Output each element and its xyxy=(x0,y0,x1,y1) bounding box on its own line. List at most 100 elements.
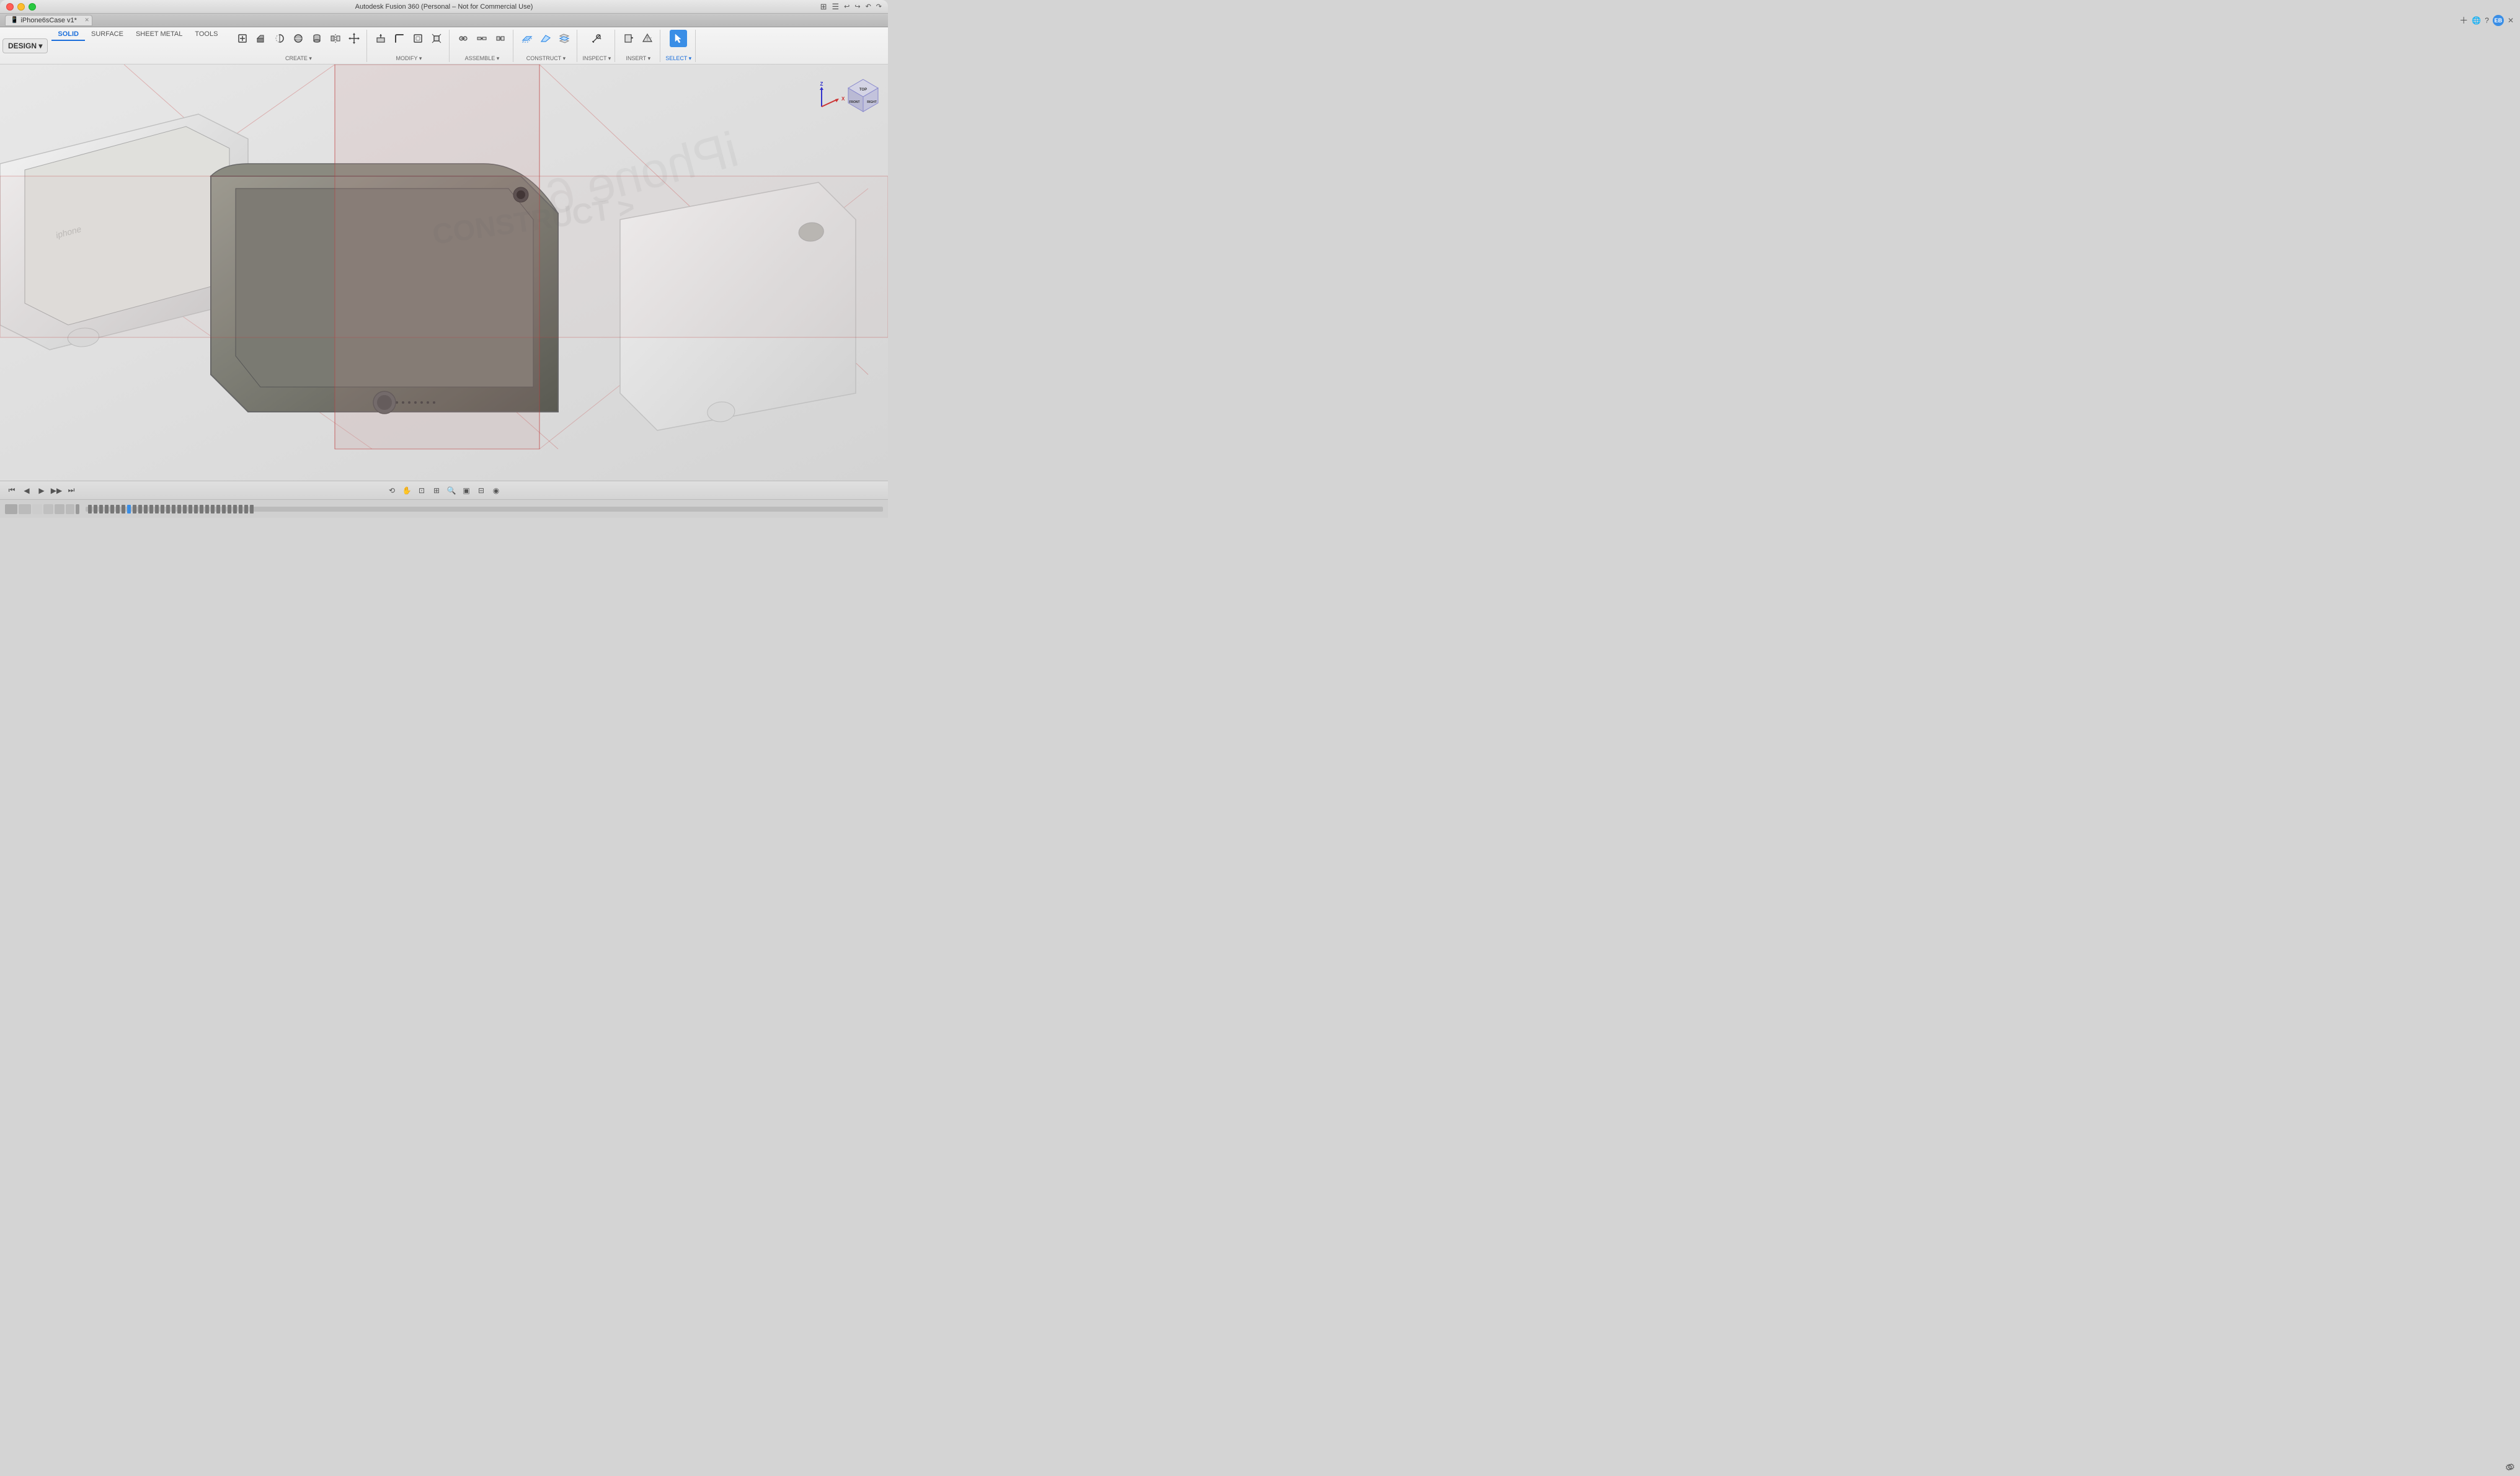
timeline-marker-9[interactable] xyxy=(133,505,136,513)
user-avatar[interactable]: EB xyxy=(2493,15,2504,26)
insert-derive-btn[interactable] xyxy=(620,30,637,47)
timeline-marker-13[interactable] xyxy=(155,505,159,513)
shell-btn[interactable] xyxy=(409,30,427,47)
maximize-button[interactable] xyxy=(29,3,36,11)
viewport[interactable]: iphone xyxy=(0,64,888,481)
pan-btn[interactable]: ✋ xyxy=(400,484,414,497)
timeline-marker-16[interactable] xyxy=(172,505,175,513)
grid-settings-btn[interactable]: ⊟ xyxy=(474,484,488,497)
scale-btn[interactable] xyxy=(428,30,445,47)
new-joint-btn[interactable] xyxy=(455,30,472,47)
timeline-start-btn[interactable]: ⏮ xyxy=(5,484,19,497)
hamburger-icon[interactable]: ☰ xyxy=(832,2,839,12)
revolve-btn[interactable] xyxy=(271,30,288,47)
timeline-track[interactable] xyxy=(86,507,883,512)
midplane-btn[interactable] xyxy=(556,30,573,47)
timeline-marker-1[interactable] xyxy=(88,505,92,513)
construct-label-btn: CONSTRUCT ▾ xyxy=(526,55,566,62)
press-pull-btn[interactable] xyxy=(372,30,389,47)
tab-surface[interactable]: SURFACE xyxy=(85,29,130,41)
timeline-marker-20[interactable] xyxy=(194,505,198,513)
tab-tools[interactable]: TOOLS xyxy=(189,29,224,41)
timeline-marker-11[interactable] xyxy=(144,505,148,513)
tab-solid[interactable]: SOLID xyxy=(51,29,85,41)
display-settings-btn[interactable]: ▣ xyxy=(459,484,473,497)
modify-group: MODIFY ▾ xyxy=(368,30,450,62)
tab-add-icon[interactable]: ＋ xyxy=(2459,14,2468,27)
timeline-marker-2[interactable] xyxy=(94,505,97,513)
new-component-btn[interactable] xyxy=(234,30,251,47)
close-button[interactable] xyxy=(6,3,14,11)
insert-mesh-btn[interactable] xyxy=(639,30,656,47)
nav-forward-icon[interactable]: ↪ xyxy=(854,2,860,11)
sphere-btn[interactable] xyxy=(290,30,307,47)
render-settings-btn[interactable]: ◉ xyxy=(489,484,503,497)
plane-at-angle-btn[interactable] xyxy=(537,30,554,47)
timeline-marker-28[interactable] xyxy=(239,505,242,513)
close-window-icon[interactable]: ✕ xyxy=(2508,16,2514,25)
timeline-forward-btn[interactable]: ▶▶ xyxy=(50,484,63,497)
timeline-marker-5[interactable] xyxy=(110,505,114,513)
design-button[interactable]: DESIGN ▾ xyxy=(2,38,48,53)
zoom-window-btn[interactable]: ⊞ xyxy=(430,484,443,497)
measure-btn[interactable] xyxy=(588,30,605,47)
cylinder-btn[interactable] xyxy=(308,30,326,47)
inspect-group: INSPECT ▾ xyxy=(579,30,615,62)
timeline-marker-25[interactable] xyxy=(222,505,226,513)
zoom-in-btn[interactable]: 🔍 xyxy=(445,484,458,497)
timeline-marker-17[interactable] xyxy=(177,505,181,513)
joint-btn[interactable] xyxy=(473,30,490,47)
timeline-marker-12[interactable] xyxy=(149,505,153,513)
extrude-btn[interactable] xyxy=(252,30,270,47)
timeline-marker-30[interactable] xyxy=(250,505,254,513)
timeline-icon-7[interactable] xyxy=(76,504,79,514)
timeline-marker-27[interactable] xyxy=(233,505,237,513)
timeline-marker-6[interactable] xyxy=(116,505,120,513)
timeline-icon-2[interactable] xyxy=(19,504,31,514)
timeline-marker-24[interactable] xyxy=(216,505,220,513)
select-btn[interactable] xyxy=(670,30,687,47)
timeline-marker-23[interactable] xyxy=(211,505,215,513)
grid-icon[interactable]: ⊞ xyxy=(820,2,827,12)
fillet-btn[interactable] xyxy=(391,30,408,47)
timeline-marker-22[interactable] xyxy=(205,505,209,513)
rigid-group-btn[interactable] xyxy=(492,30,509,47)
timeline-icon-5[interactable] xyxy=(55,504,64,514)
timeline-marker-4[interactable] xyxy=(105,505,109,513)
timeline-marker-14[interactable] xyxy=(161,505,164,513)
tab-close-icon[interactable]: ✕ xyxy=(84,17,89,24)
nav-back-icon[interactable]: ↩ xyxy=(844,2,850,11)
timeline-play-btn[interactable]: ▶ xyxy=(35,484,48,497)
minimize-button[interactable] xyxy=(17,3,25,11)
help-icon[interactable]: ? xyxy=(2485,16,2489,25)
mirror-btn[interactable] xyxy=(327,30,344,47)
zoom-fit-btn[interactable]: ⊡ xyxy=(415,484,428,497)
timeline-marker-8[interactable] xyxy=(127,505,131,513)
tab-iphone6scase[interactable]: 📱 iPhone6sCase v1* ✕ xyxy=(5,15,92,26)
insert-label: INSERT ▾ xyxy=(626,55,650,62)
tab-sheet-metal[interactable]: SHEET METAL xyxy=(130,29,189,41)
timeline-back-btn[interactable]: ◀ xyxy=(20,484,33,497)
timeline-end-btn[interactable]: ⏭ xyxy=(64,484,78,497)
timeline-icon-4[interactable] xyxy=(43,504,53,514)
timeline-marker-10[interactable] xyxy=(138,505,142,513)
timeline-icon-3[interactable] xyxy=(32,504,42,514)
timeline-marker-15[interactable] xyxy=(166,505,170,513)
timeline-icon-6[interactable] xyxy=(66,504,74,514)
redo-icon[interactable]: ↷ xyxy=(876,2,882,11)
timeline-marker-29[interactable] xyxy=(244,505,248,513)
move-btn[interactable] xyxy=(345,30,363,47)
timeline-marker-26[interactable] xyxy=(228,505,231,513)
timeline-marker-18[interactable] xyxy=(183,505,187,513)
app-title: Autodesk Fusion 360 (Personal – Not for … xyxy=(355,3,533,11)
timeline-settings-icon[interactable]: ⚙ xyxy=(2507,1462,2515,1472)
timeline-marker-19[interactable] xyxy=(189,505,192,513)
undo-icon[interactable]: ↶ xyxy=(866,2,871,11)
orbit-btn[interactable]: ⟲ xyxy=(385,484,399,497)
timeline-marker-3[interactable] xyxy=(99,505,103,513)
timeline-icon-1[interactable] xyxy=(5,504,17,514)
offset-plane-btn[interactable] xyxy=(518,30,536,47)
timeline-marker-7[interactable] xyxy=(122,505,125,513)
assemble-label: ASSEMBLE ▾ xyxy=(465,55,500,62)
timeline-marker-21[interactable] xyxy=(200,505,203,513)
